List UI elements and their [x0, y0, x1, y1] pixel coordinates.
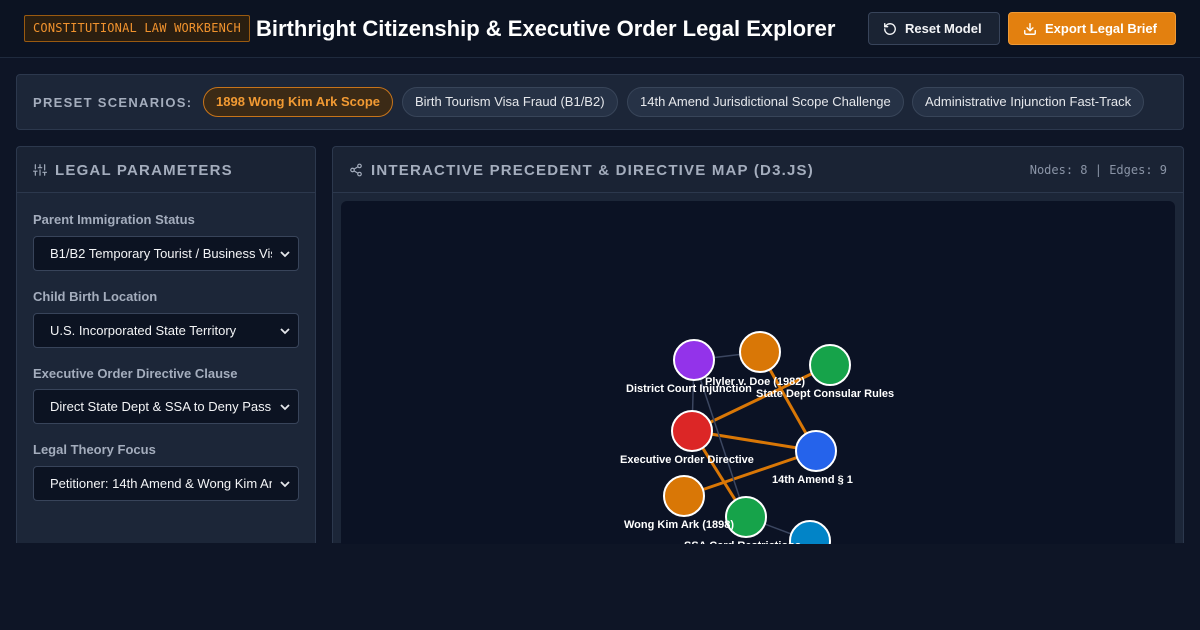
reset-model-button[interactable]: Reset Model: [868, 12, 1000, 45]
reset-model-label: Reset Model: [905, 21, 982, 36]
graph-node-label-wka: Wong Kim Ark (1898): [624, 519, 734, 531]
preset-scenarios-label: PRESET SCENARIOS:: [33, 95, 193, 110]
chevron-down-icon: [280, 251, 290, 258]
legal-theory-select[interactable]: Petitioner: 14th Amend & Wong Kim Ark: [33, 466, 299, 501]
legal-parameters-header: LEGAL PARAMETERS: [17, 147, 315, 193]
share-graph-icon: [350, 163, 362, 177]
directive-clause-select[interactable]: Direct State Dept & SSA to Deny Passport…: [33, 389, 299, 424]
graph-node-eo[interactable]: [671, 410, 713, 452]
graph-node-label-plyler: Plyler v. Doe (1982): [705, 376, 805, 388]
birth-location-label: Child Birth Location: [33, 289, 158, 304]
preset-chip-jurisdictional-scope[interactable]: 14th Amend Jurisdictional Scope Challeng…: [627, 87, 904, 117]
export-legal-brief-label: Export Legal Brief: [1045, 21, 1157, 36]
graph-node-wka[interactable]: [663, 475, 705, 517]
sliders-icon: [33, 164, 47, 176]
precedent-map-header: INTERACTIVE PRECEDENT & DIRECTIVE MAP (D…: [333, 147, 1183, 193]
graph-node-amend[interactable]: [795, 430, 837, 472]
legal-theory-label: Legal Theory Focus: [33, 442, 156, 457]
preset-scenarios-bar: PRESET SCENARIOS: 1898 Wong Kim Ark Scop…: [16, 74, 1184, 130]
app-header: CONSTITUTIONAL LAW WORKBENCH Birthright …: [0, 0, 1200, 58]
parent-status-value: B1/B2 Temporary Tourist / Business Visa: [50, 246, 272, 261]
legal-parameters-panel: LEGAL PARAMETERS Parent Immigration Stat…: [16, 146, 316, 543]
preset-chip-injunction-fast-track[interactable]: Administrative Injunction Fast-Track: [912, 87, 1145, 117]
export-legal-brief-button[interactable]: Export Legal Brief: [1008, 12, 1176, 45]
parent-status-label: Parent Immigration Status: [33, 212, 195, 227]
preset-chip-wong-kim-ark[interactable]: 1898 Wong Kim Ark Scope: [203, 87, 393, 117]
chevron-down-icon: [280, 328, 290, 335]
graph-node-label-state: State Dept Consular Rules: [756, 388, 894, 400]
graph-node-label-amend: 14th Amend § 1: [772, 474, 853, 486]
legal-theory-value: Petitioner: 14th Amend & Wong Kim Ark: [50, 476, 272, 491]
chevron-down-icon: [280, 404, 290, 411]
workbench-badge: CONSTITUTIONAL LAW WORKBENCH: [24, 15, 250, 42]
graph-node-dci[interactable]: [673, 339, 715, 381]
directive-clause-value: Direct State Dept & SSA to Deny Passport…: [50, 399, 272, 414]
birth-location-value: U.S. Incorporated State Territory: [50, 323, 237, 338]
graph-node-plyler[interactable]: [739, 331, 781, 373]
birth-location-select[interactable]: U.S. Incorporated State Territory: [33, 313, 299, 348]
graph-node-ssa[interactable]: [725, 496, 767, 538]
graph-node-label-ssa: SSA Card Restrictions: [684, 540, 801, 544]
precedent-map-panel: INTERACTIVE PRECEDENT & DIRECTIVE MAP (D…: [332, 146, 1184, 544]
chevron-down-icon: [280, 481, 290, 488]
legal-parameters-title: LEGAL PARAMETERS: [55, 162, 233, 179]
preset-chip-birth-tourism[interactable]: Birth Tourism Visa Fraud (B1/B2): [402, 87, 618, 117]
download-icon: [1024, 22, 1036, 35]
graph-node-state[interactable]: [809, 344, 851, 386]
graph-canvas[interactable]: District Court Injunction Plyler v. Doe (…: [341, 201, 1175, 544]
precedent-graph[interactable]: District Court InjunctionPlyler v. Doe (…: [341, 201, 1175, 544]
rotate-ccw-icon: [884, 22, 896, 35]
graph-counts: Nodes: 8 | Edges: 9: [1029, 163, 1167, 177]
graph-node-label-eo: Executive Order Directive: [620, 454, 754, 466]
parent-status-select[interactable]: B1/B2 Temporary Tourist / Business Visa: [33, 236, 299, 271]
page-title: Birthright Citizenship & Executive Order…: [256, 16, 836, 41]
directive-clause-label: Executive Order Directive Clause: [33, 366, 238, 381]
precedent-map-title: INTERACTIVE PRECEDENT & DIRECTIVE MAP (D…: [371, 162, 814, 179]
